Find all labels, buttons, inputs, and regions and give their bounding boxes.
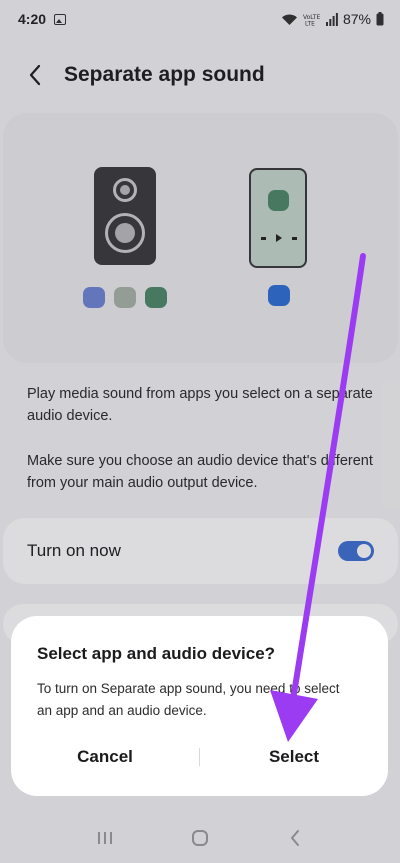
nav-back-button[interactable]: [282, 825, 308, 851]
cancel-button[interactable]: Cancel: [11, 747, 199, 767]
home-button[interactable]: [187, 825, 213, 851]
select-button[interactable]: Select: [200, 747, 388, 767]
select-app-dialog: Select app and audio device? To turn on …: [11, 616, 388, 796]
home-icon: [191, 830, 208, 846]
dialog-buttons: Cancel Select: [11, 740, 388, 774]
recents-icon: [98, 832, 113, 844]
settings-screen: 4:20 VoLTE LTE 87% Separate app sound Pl…: [0, 0, 400, 863]
back-icon: [290, 830, 299, 846]
navigation-bar: [0, 818, 400, 858]
dialog-message: To turn on Separate app sound, you need …: [37, 681, 340, 718]
recents-button[interactable]: [92, 825, 118, 851]
dialog-title: Select app and audio device?: [37, 644, 276, 663]
